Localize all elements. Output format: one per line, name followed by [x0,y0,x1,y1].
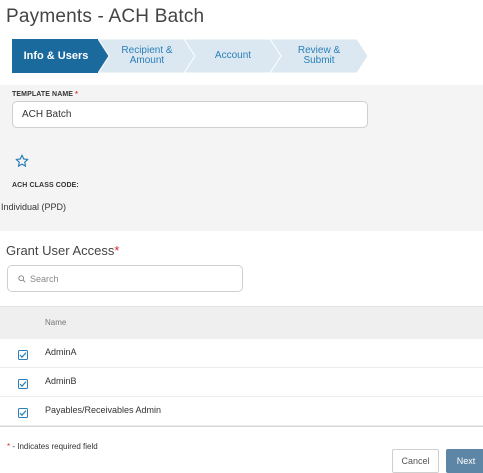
required-note-text: - Indicates required field [10,442,98,451]
ach-class-label: ACH CLASS CODE: [12,182,79,189]
grant-access-title-text: Grant User Access [6,243,115,258]
search-icon [18,274,26,283]
table-row: AdminB [0,367,483,397]
required-mark: * [114,243,120,258]
template-name-input[interactable]: ACH Batch [12,101,368,128]
step-label: Info & Users [23,50,89,62]
checkbox-checked-icon[interactable] [18,347,28,365]
footer-divider [0,426,483,427]
next-button[interactable]: Next [446,449,483,473]
star-outline-icon[interactable] [15,154,29,173]
checkbox-checked-icon[interactable] [18,376,28,394]
step-label: Review & Submit [297,45,341,66]
user-search-input[interactable]: Search [7,265,243,292]
search-placeholder: Search [30,273,59,284]
template-name-label: TEMPLATE NAME * [12,91,78,98]
step-label: Account [214,50,252,61]
template-name-value: ACH Batch [22,109,72,120]
checkbox-checked-icon[interactable] [18,405,28,423]
table-row: Payables/Receivables Admin [0,396,483,426]
table-row: AdminA [0,338,483,368]
step-label: Recipient & Amount [121,45,173,66]
user-name: AdminA [45,347,77,357]
user-name: AdminB [45,376,77,386]
page-title: Payments - ACH Batch [6,6,205,27]
template-name-label-text: TEMPLATE NAME [12,91,74,98]
user-name: Payables/Receivables Admin [45,405,162,415]
table-header: Name [0,306,483,339]
cancel-button[interactable]: Cancel [392,449,439,473]
required-field-note: * - Indicates required field [7,442,98,451]
column-header-name[interactable]: Name [45,318,66,327]
ach-class-value: Individual (PPD) [1,202,67,212]
grant-access-title: Grant User Access* [6,243,119,258]
required-mark: * [75,91,78,98]
